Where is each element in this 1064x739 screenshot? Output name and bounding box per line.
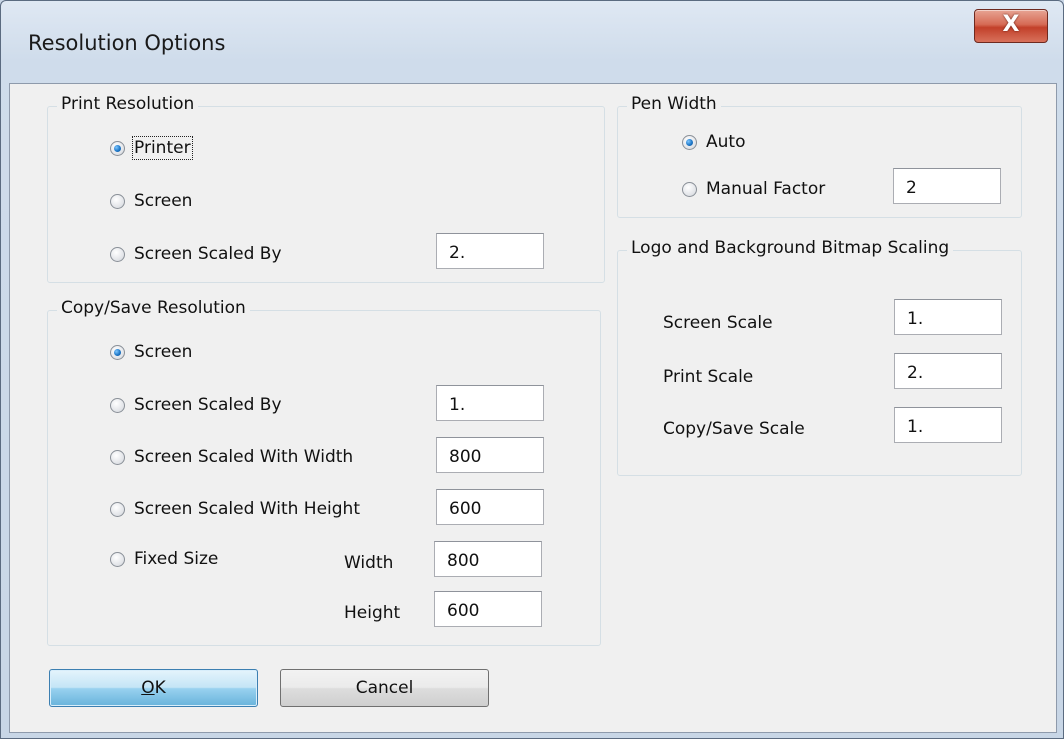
radio-selected-icon[interactable] xyxy=(110,140,125,156)
copy-height-input[interactable]: 600 xyxy=(436,489,544,525)
copy-radio-fixed-size[interactable]: Fixed Size xyxy=(110,549,218,569)
radio-unselected-icon[interactable] xyxy=(110,246,125,262)
copy-radio-scaled-width-label: Screen Scaled With Width xyxy=(134,447,354,467)
ok-button[interactable]: OK xyxy=(49,669,258,707)
print-resolution-legend: Print Resolution xyxy=(57,94,199,114)
radio-unselected-icon[interactable] xyxy=(110,501,125,517)
radio-unselected-icon[interactable] xyxy=(110,551,125,567)
title-bar[interactable]: Resolution Options X xyxy=(1,1,1063,83)
copy-width-input[interactable]: 800 xyxy=(436,437,544,473)
manual-factor-input[interactable]: 2 xyxy=(893,168,1001,204)
cancel-button[interactable]: Cancel xyxy=(280,669,489,707)
pen-width-group: Pen Width Auto Manual Factor 2 xyxy=(617,94,1022,218)
print-radio-screen-label: Screen xyxy=(134,191,193,211)
print-scale-label: Print Scale xyxy=(663,367,754,387)
print-radio-printer-label: Printer xyxy=(132,136,193,160)
copy-scaled-by-input[interactable]: 1. xyxy=(436,385,544,421)
fixed-height-input[interactable]: 600 xyxy=(434,591,542,627)
bitmap-scaling-legend: Logo and Background Bitmap Scaling xyxy=(627,238,954,258)
screen-scale-input[interactable]: 1. xyxy=(894,299,1002,335)
copy-save-scale-label: Copy/Save Scale xyxy=(663,419,805,439)
dialog-title: Resolution Options xyxy=(28,31,226,55)
fixed-width-input[interactable]: 800 xyxy=(434,541,542,577)
copy-radio-screen[interactable]: Screen xyxy=(110,342,192,362)
print-resolution-group: Print Resolution Printer Screen Screen S… xyxy=(47,94,605,283)
print-radio-printer[interactable]: Printer xyxy=(110,136,193,160)
copy-radio-screen-label: Screen xyxy=(134,342,193,362)
fixed-height-label: Height xyxy=(344,603,401,623)
copy-radio-scaled-height[interactable]: Screen Scaled With Height xyxy=(110,499,360,519)
pen-radio-auto-label: Auto xyxy=(706,132,746,152)
copy-save-resolution-group: Copy/Save Resolution Screen Screen Scale… xyxy=(47,298,601,646)
pen-radio-manual-label: Manual Factor xyxy=(706,179,826,199)
pen-width-legend: Pen Width xyxy=(627,94,721,114)
dialog-client-area: Print Resolution Printer Screen Screen S… xyxy=(9,83,1057,733)
screen-scale-label: Screen Scale xyxy=(663,313,773,333)
print-scale-input[interactable]: 2. xyxy=(436,233,544,269)
radio-unselected-icon[interactable] xyxy=(110,449,125,465)
fixed-width-label: Width xyxy=(344,553,394,573)
copy-radio-screen-scaled-label: Screen Scaled By xyxy=(134,395,282,415)
print-radio-screen[interactable]: Screen xyxy=(110,191,192,211)
print-radio-screen-scaled-label: Screen Scaled By xyxy=(134,244,282,264)
pen-radio-manual[interactable]: Manual Factor xyxy=(682,179,825,199)
radio-unselected-icon[interactable] xyxy=(110,193,125,209)
print-radio-screen-scaled[interactable]: Screen Scaled By xyxy=(110,244,282,264)
copy-save-scale-input[interactable]: 1. xyxy=(894,407,1002,443)
copy-save-resolution-legend: Copy/Save Resolution xyxy=(57,298,250,318)
radio-unselected-icon[interactable] xyxy=(110,397,125,413)
copy-radio-scaled-height-label: Screen Scaled With Height xyxy=(134,499,360,519)
print-scale-bitmap-input[interactable]: 2. xyxy=(894,353,1002,389)
bitmap-scaling-group: Logo and Background Bitmap Scaling Scree… xyxy=(617,238,1022,476)
copy-radio-scaled-width[interactable]: Screen Scaled With Width xyxy=(110,447,353,467)
radio-unselected-icon[interactable] xyxy=(682,181,697,197)
radio-selected-icon[interactable] xyxy=(682,134,697,150)
dialog-window: Resolution Options X Print Resolution Pr… xyxy=(0,0,1064,739)
radio-selected-icon[interactable] xyxy=(110,344,125,360)
copy-radio-fixed-size-label: Fixed Size xyxy=(134,549,219,569)
close-icon: X xyxy=(1002,12,1020,37)
close-button[interactable]: X xyxy=(974,9,1048,43)
pen-radio-auto[interactable]: Auto xyxy=(682,132,745,152)
copy-radio-screen-scaled[interactable]: Screen Scaled By xyxy=(110,395,282,415)
